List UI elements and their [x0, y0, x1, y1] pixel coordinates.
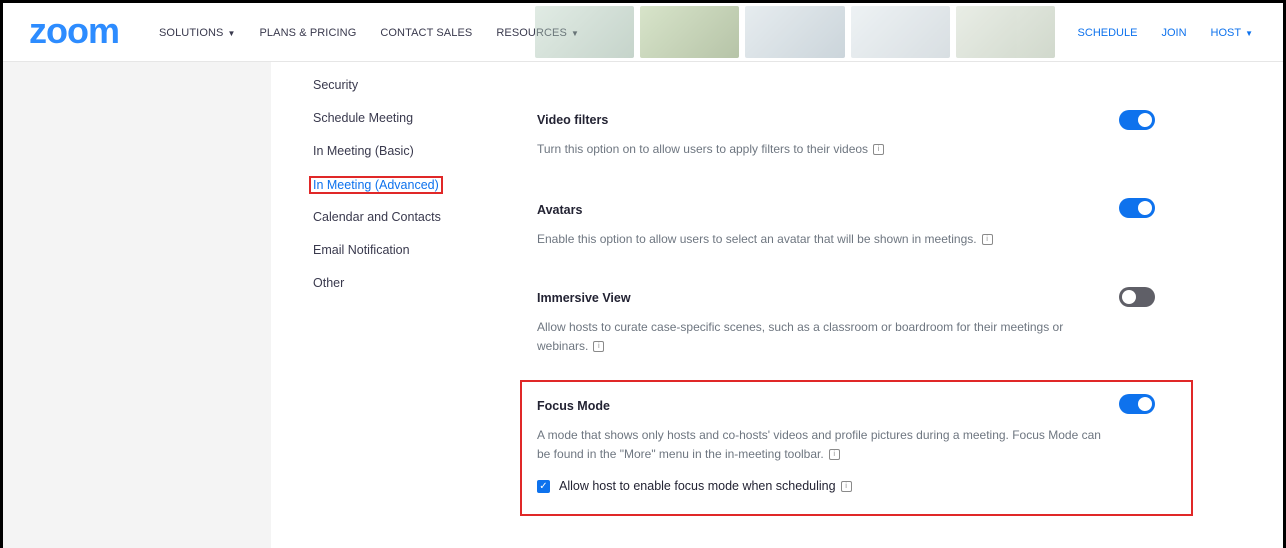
info-icon[interactable]: i [828, 449, 840, 461]
banner-thumb [535, 6, 635, 58]
banner-thumb [640, 6, 740, 58]
focus-mode-schedule-option: ✓ Allow host to enable focus mode when s… [537, 479, 852, 493]
host-menu[interactable]: HOST ▼ [1211, 27, 1253, 39]
setting-description-text: A mode that shows only hosts and co-host… [537, 428, 1101, 461]
schedule-link[interactable]: SCHEDULE [1078, 27, 1138, 39]
toggle-knob [1138, 397, 1152, 411]
join-link[interactable]: JOIN [1161, 27, 1186, 39]
setting-immersive-view: Immersive View Allow hosts to curate cas… [537, 291, 1117, 356]
nav-solutions-label: SOLUTIONS [159, 27, 224, 39]
setting-description-text: Turn this option on to allow users to ap… [537, 142, 869, 156]
subnav-in-meeting-basic[interactable]: In Meeting (Basic) [313, 144, 414, 158]
avatars-toggle[interactable] [1119, 198, 1155, 218]
subnav-calendar-contacts[interactable]: Calendar and Contacts [313, 210, 441, 224]
subnav-in-meeting-advanced[interactable]: In Meeting (Advanced) [309, 176, 443, 194]
setting-description: Allow hosts to curate case-specific scen… [537, 318, 1077, 356]
setting-description: Enable this option to allow users to sel… [537, 230, 1117, 249]
zoom-logo[interactable]: zoom [29, 11, 120, 51]
toggle-knob [1138, 201, 1152, 215]
nav-plans-label: PLANS & PRICING [259, 27, 357, 39]
info-icon[interactable]: i [981, 234, 993, 246]
setting-title: Immersive View [537, 291, 631, 305]
setting-description: Turn this option on to allow users to ap… [537, 140, 1117, 159]
info-icon[interactable]: i [840, 480, 852, 492]
focus-mode-option-label: Allow host to enable focus mode when sch… [559, 479, 836, 493]
nav-plans-pricing[interactable]: PLANS & PRICING [260, 27, 357, 39]
nav-solutions[interactable]: SOLUTIONS ▼ [159, 27, 236, 39]
subnav-other[interactable]: Other [313, 276, 344, 290]
nav-contact-label: CONTACT SALES [380, 27, 473, 39]
subnav-security[interactable]: Security [313, 78, 358, 92]
focus-mode-toggle[interactable] [1119, 394, 1155, 414]
toggle-knob [1138, 113, 1152, 127]
host-label: HOST [1210, 27, 1242, 39]
right-nav: SCHEDULE JOIN HOST ▼ [1054, 27, 1253, 39]
subnav-email-notification[interactable]: Email Notification [313, 243, 410, 257]
subnav-schedule-meeting[interactable]: Schedule Meeting [313, 111, 413, 125]
immersive-view-toggle[interactable] [1119, 287, 1155, 307]
setting-description-text: Allow hosts to curate case-specific scen… [537, 320, 1064, 353]
setting-avatars: Avatars Enable this option to allow user… [537, 203, 1117, 249]
checkmark-icon[interactable]: ✓ [537, 479, 550, 493]
promo-banner [535, 6, 1056, 58]
setting-description-text: Enable this option to allow users to sel… [537, 232, 977, 246]
info-icon[interactable]: i [593, 341, 605, 353]
setting-description: A mode that shows only hosts and co-host… [537, 426, 1112, 464]
top-header: zoom SOLUTIONS ▼ PLANS & PRICING CONTACT… [3, 3, 1283, 62]
nav-contact-sales[interactable]: CONTACT SALES [380, 27, 472, 39]
banner-thumb [955, 6, 1056, 58]
caret-down-icon: ▼ [227, 28, 236, 38]
setting-focus-mode: Focus Mode A mode that shows only hosts … [537, 399, 1112, 464]
caret-down-icon: ▼ [1245, 28, 1253, 38]
setting-title: Video filters [537, 113, 609, 127]
toggle-knob [1122, 290, 1136, 304]
banner-thumb [745, 6, 845, 58]
info-icon[interactable]: i [873, 144, 885, 156]
setting-title: Avatars [537, 203, 583, 217]
setting-video-filters: Video filters Turn this option on to all… [537, 113, 1117, 159]
setting-title: Focus Mode [537, 399, 610, 413]
banner-thumb [850, 6, 950, 58]
video-filters-toggle[interactable] [1119, 110, 1155, 130]
left-panel [3, 62, 271, 548]
